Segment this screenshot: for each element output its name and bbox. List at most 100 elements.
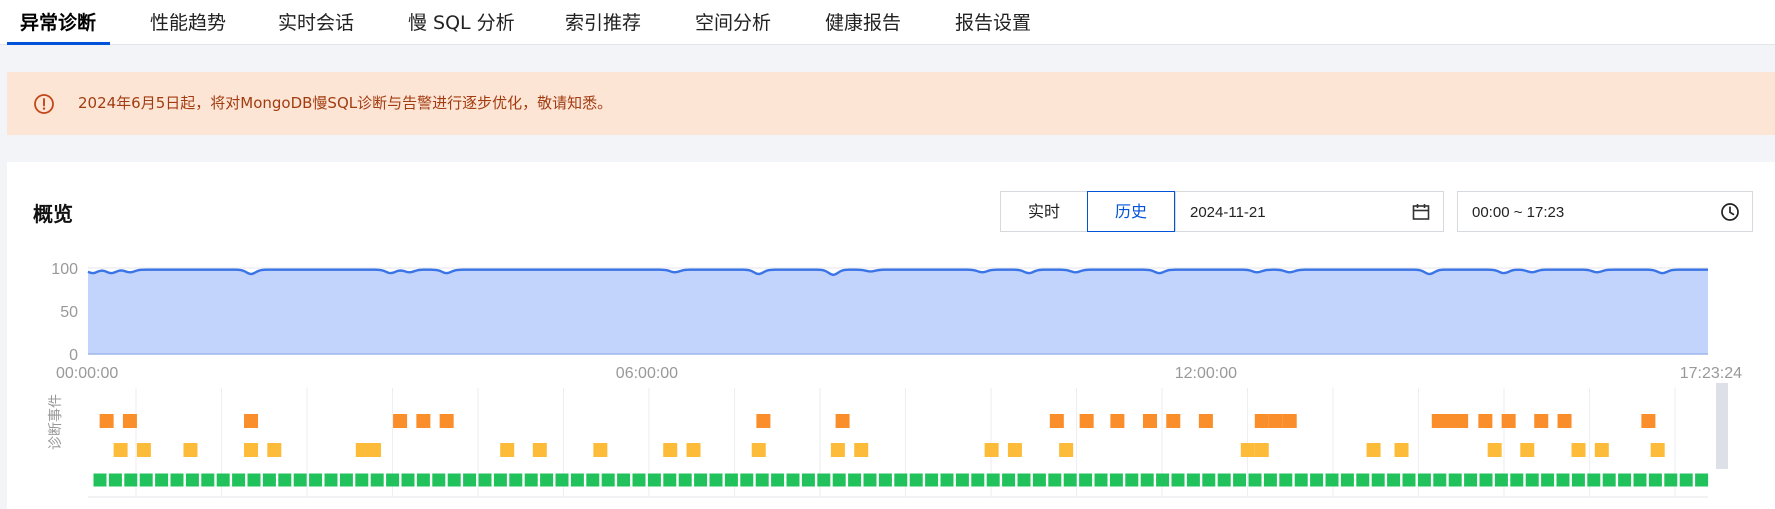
event-marker-normal bbox=[601, 473, 615, 487]
event-marker-normal bbox=[478, 473, 492, 487]
event-marker-normal bbox=[1464, 473, 1478, 487]
event-marker-normal bbox=[1248, 473, 1262, 487]
event-marker-normal bbox=[1002, 473, 1016, 487]
event-marker-normal bbox=[1048, 473, 1062, 487]
event-marker-normal bbox=[1340, 473, 1354, 487]
event-marker-normal bbox=[1233, 473, 1247, 487]
event-marker-normal bbox=[540, 473, 554, 487]
event-marker-normal bbox=[1140, 473, 1154, 487]
event-marker-normal bbox=[339, 473, 353, 487]
event-marker-normal bbox=[1202, 473, 1216, 487]
event-marker-high bbox=[1198, 414, 1213, 428]
event-marker-normal bbox=[1217, 473, 1231, 487]
event-marker-normal bbox=[1186, 473, 1200, 487]
event-marker-normal bbox=[1587, 473, 1601, 487]
event-marker-normal bbox=[1571, 473, 1585, 487]
event-marker-normal bbox=[925, 473, 939, 487]
event-marker-normal bbox=[139, 473, 153, 487]
event-marker-normal bbox=[1417, 473, 1431, 487]
event-marker-normal bbox=[909, 473, 923, 487]
event-marker-normal bbox=[1063, 473, 1077, 487]
x-tick-label: 17:23:24 bbox=[1680, 365, 1742, 382]
event-marker-medium bbox=[1059, 443, 1074, 457]
event-marker-normal bbox=[1679, 473, 1693, 487]
event-marker-normal bbox=[771, 473, 785, 487]
event-marker-medium bbox=[183, 443, 198, 457]
event-marker-normal bbox=[247, 473, 261, 487]
event-marker-high bbox=[1079, 414, 1094, 428]
event-marker-medium bbox=[1650, 443, 1665, 457]
event-marker-high bbox=[1454, 414, 1469, 428]
event-marker-medium bbox=[1487, 443, 1502, 457]
event-marker-normal bbox=[617, 473, 631, 487]
event-marker-normal bbox=[1310, 473, 1324, 487]
event-marker-high bbox=[1534, 414, 1549, 428]
event-marker-medium bbox=[1520, 443, 1535, 457]
event-marker-normal bbox=[678, 473, 692, 487]
event-y-label: 诊断事件 bbox=[47, 394, 63, 450]
availability-area-chart: 0 50 100 00:00:00 06:00:00 12:00:00 17:23:24 bbox=[51, 261, 1742, 382]
event-marker-normal bbox=[278, 473, 292, 487]
event-marker-normal bbox=[447, 473, 461, 487]
event-marker-high bbox=[416, 414, 431, 428]
event-marker-normal bbox=[832, 473, 846, 487]
event-marker-normal bbox=[971, 473, 985, 487]
event-marker-normal bbox=[1664, 473, 1678, 487]
event-marker-normal bbox=[93, 473, 107, 487]
event-marker-high bbox=[1049, 414, 1064, 428]
event-marker-normal bbox=[1371, 473, 1385, 487]
event-marker-medium bbox=[532, 443, 547, 457]
event-marker-normal bbox=[555, 473, 569, 487]
event-marker-normal bbox=[108, 473, 122, 487]
event-marker-normal bbox=[1032, 473, 1046, 487]
event-marker-normal bbox=[1556, 473, 1570, 487]
event-marker-normal bbox=[1171, 473, 1185, 487]
event-marker-normal bbox=[185, 473, 199, 487]
overview-charts: 0 50 100 00:00:00 06:00:00 12:00:00 17:23:24 诊… bbox=[47, 261, 1742, 498]
event-marker-medium bbox=[267, 443, 282, 457]
event-marker-normal bbox=[170, 473, 184, 487]
event-marker-normal bbox=[694, 473, 708, 487]
y-tick-label: 50 bbox=[60, 304, 78, 321]
event-marker-high bbox=[1268, 414, 1283, 428]
event-marker-normal bbox=[463, 473, 477, 487]
scrollbar-thumb bbox=[1716, 383, 1728, 469]
event-marker-high bbox=[1501, 414, 1516, 428]
event-marker-normal bbox=[155, 473, 169, 487]
event-marker-medium bbox=[1007, 443, 1022, 457]
event-marker-medium bbox=[136, 443, 151, 457]
event-marker-normal bbox=[309, 473, 323, 487]
event-marker-normal bbox=[1294, 473, 1308, 487]
event-marker-high bbox=[1557, 414, 1572, 428]
event-marker-medium bbox=[366, 443, 381, 457]
event-marker-normal bbox=[1094, 473, 1108, 487]
event-marker-high bbox=[835, 414, 850, 428]
event-marker-high bbox=[1478, 414, 1493, 428]
event-marker-normal bbox=[1525, 473, 1539, 487]
x-tick-label: 00:00:00 bbox=[56, 365, 118, 382]
event-marker-normal bbox=[493, 473, 507, 487]
area-fill bbox=[88, 269, 1708, 354]
event-marker-normal bbox=[1263, 473, 1277, 487]
event-marker-normal bbox=[986, 473, 1000, 487]
event-marker-normal bbox=[724, 473, 738, 487]
event-marker-normal bbox=[124, 473, 138, 487]
event-marker-medium bbox=[1240, 443, 1255, 457]
event-marker-normal bbox=[201, 473, 215, 487]
event-marker-normal bbox=[940, 473, 954, 487]
event-marker-medium bbox=[984, 443, 999, 457]
event-marker-high bbox=[122, 414, 137, 428]
event-marker-normal bbox=[386, 473, 400, 487]
event-marker-high bbox=[99, 414, 114, 428]
event-marker-normal bbox=[1479, 473, 1493, 487]
event-marker-normal bbox=[324, 473, 338, 487]
event-marker-normal bbox=[1648, 473, 1662, 487]
event-marker-normal bbox=[1156, 473, 1170, 487]
event-marker-normal bbox=[232, 473, 246, 487]
event-marker-medium bbox=[500, 443, 515, 457]
event-marker-high bbox=[1142, 414, 1157, 428]
event-marker-normal bbox=[647, 473, 661, 487]
event-marker-normal bbox=[863, 473, 877, 487]
event-marker-medium bbox=[1254, 443, 1269, 457]
event-marker-normal bbox=[1494, 473, 1508, 487]
